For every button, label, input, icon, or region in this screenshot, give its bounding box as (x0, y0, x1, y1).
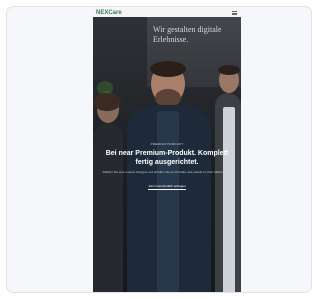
site-logo[interactable]: NEXCare (96, 9, 122, 17)
site-header: NEXCare (93, 9, 241, 17)
hero-subtitle: Wählen Sie eine unserer Designs und erha… (102, 170, 232, 174)
hero-image: Wir gestalten digitale Erlebnisse. PREMI… (93, 17, 241, 292)
person-left (93, 93, 123, 292)
hero-headline: Wir gestalten digitale Erlebnisse. (153, 25, 222, 44)
hero-eyebrow: PREMIUM PRODUKT (150, 142, 184, 146)
hero-text-block: PREMIUM PRODUKT Bei near Premium-Produkt… (101, 142, 233, 192)
cta-link[interactable]: Jetzt unverbindlich anfragen (148, 184, 186, 190)
preview-card: NEXCare Wir gestalten digitale Erlebniss… (6, 6, 312, 293)
mobile-page-preview[interactable]: NEXCare Wir gestalten digitale Erlebniss… (93, 9, 241, 292)
menu-icon[interactable] (232, 11, 237, 15)
hero-title: Bei near Premium-Produkt. Komplett ferti… (105, 150, 229, 166)
